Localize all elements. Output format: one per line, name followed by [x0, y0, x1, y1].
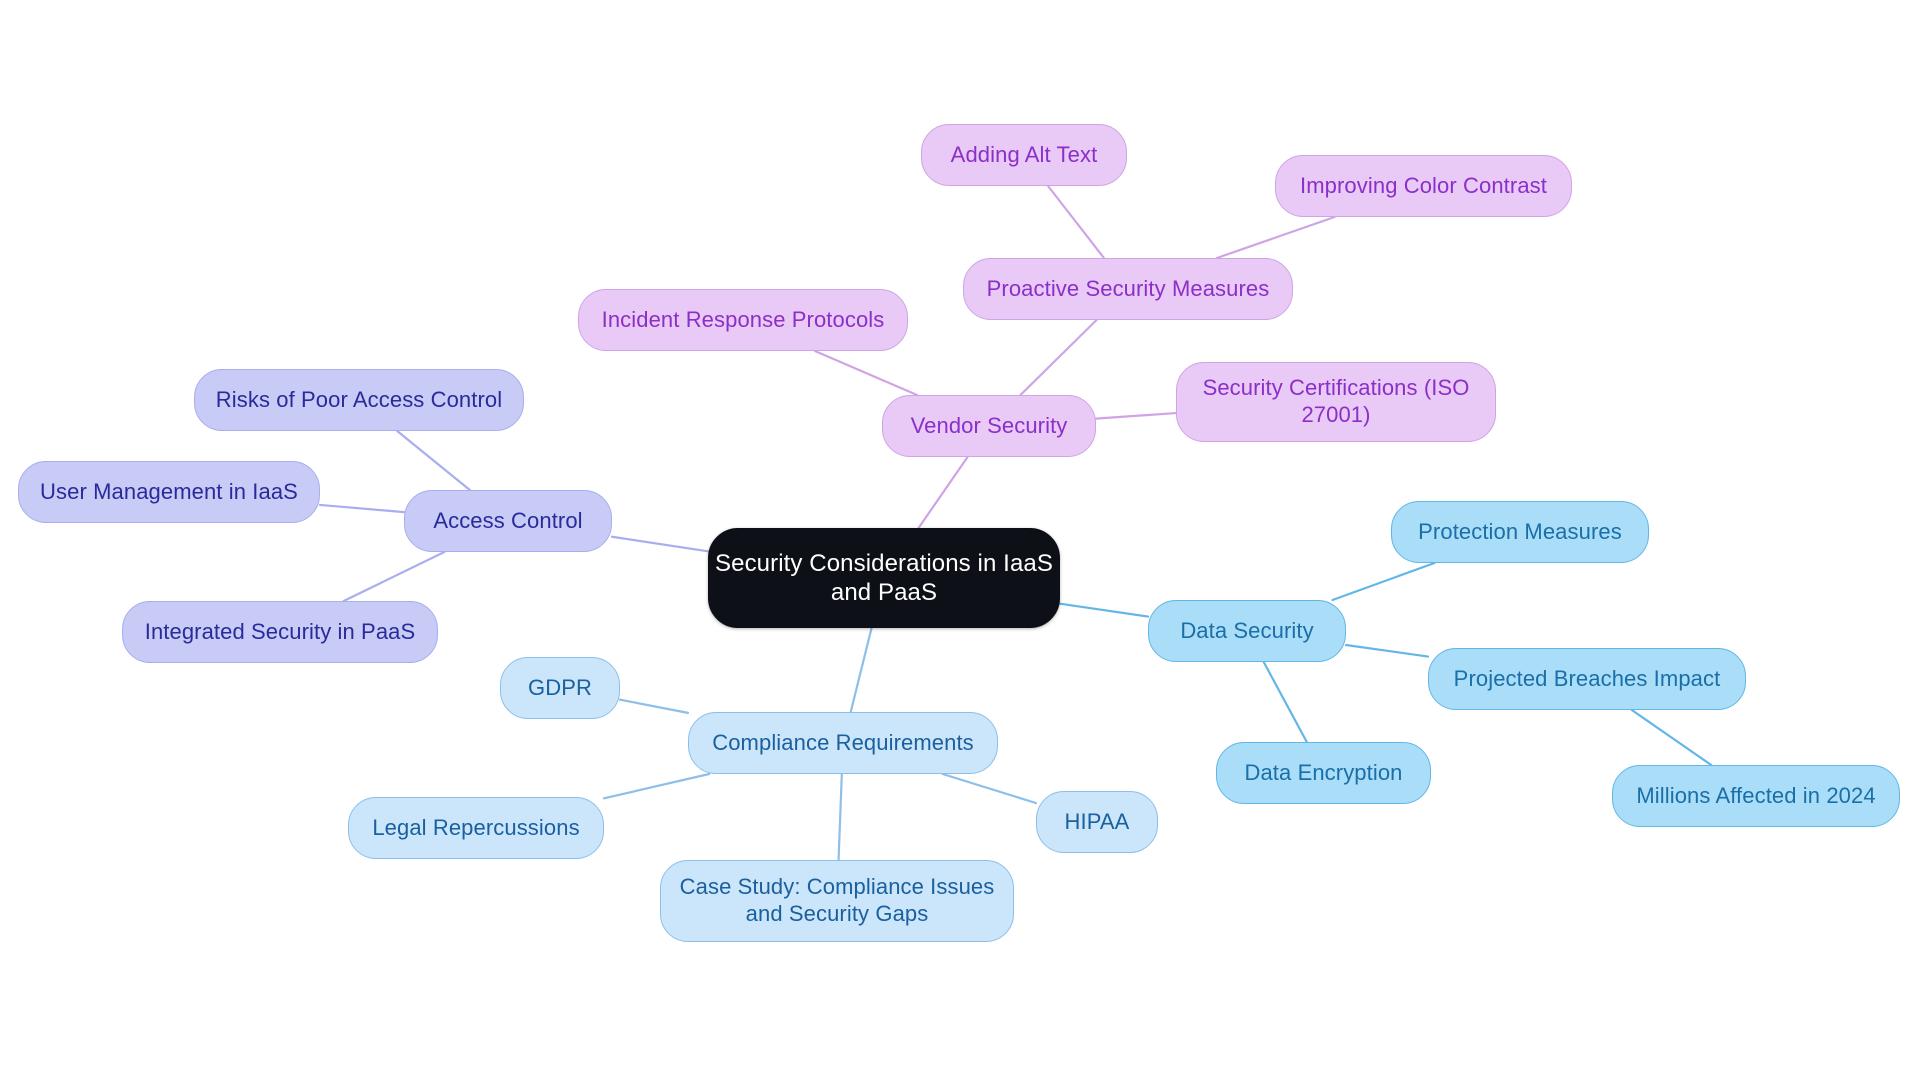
node-incident-response-protocols[interactable]: Incident Response Protocols	[578, 289, 908, 351]
node-legal-repercussions[interactable]: Legal Repercussions	[348, 797, 604, 859]
node-projected-breaches-impact[interactable]: Projected Breaches Impact	[1428, 648, 1746, 710]
node-protection-measures[interactable]: Protection Measures	[1391, 501, 1649, 563]
node-user-management-in-iaas[interactable]: User Management in IaaS	[18, 461, 320, 523]
edge-root-to-data-security	[1058, 602, 1150, 618]
edge-compliance-requirements-to-hipaa	[941, 772, 1038, 805]
mindmap-canvas: Security Considerations in IaaS and PaaS…	[0, 0, 1920, 1083]
node-risks-of-poor-access-control[interactable]: Risks of Poor Access Control	[194, 369, 524, 431]
node-case-study-compliance[interactable]: Case Study: Compliance Issues and Securi…	[660, 860, 1014, 942]
node-hipaa[interactable]: HIPAA	[1036, 791, 1158, 853]
edge-data-security-to-protection-measures	[1331, 561, 1436, 602]
node-improving-color-contrast[interactable]: Improving Color Contrast	[1275, 155, 1572, 217]
node-vendor-security[interactable]: Vendor Security	[882, 395, 1096, 457]
edge-data-security-to-data-encryption	[1262, 660, 1308, 744]
edge-root-to-vendor-security	[917, 455, 969, 530]
edge-access-control-to-integrated-security-in-paas	[342, 550, 446, 603]
edge-access-control-to-risks-of-poor-access-control	[396, 429, 471, 492]
node-proactive-security-measures[interactable]: Proactive Security Measures	[963, 258, 1293, 320]
edge-proactive-security-measures-to-improving-color-contrast	[1215, 215, 1336, 260]
node-gdpr[interactable]: GDPR	[500, 657, 620, 719]
edge-root-to-compliance-requirements	[849, 626, 873, 714]
node-compliance-requirements[interactable]: Compliance Requirements	[688, 712, 998, 774]
edge-vendor-security-to-proactive-security-measures	[1019, 318, 1098, 397]
edge-compliance-requirements-to-gdpr	[618, 698, 690, 714]
edge-compliance-requirements-to-case-study-compliance	[837, 772, 843, 862]
node-millions-affected-in-2024[interactable]: Millions Affected in 2024	[1612, 765, 1900, 827]
node-access-control[interactable]: Access Control	[404, 490, 612, 552]
edge-vendor-security-to-incident-response-protocols	[813, 349, 919, 397]
node-security-certifications[interactable]: Security Certifications (ISO 27001)	[1176, 362, 1496, 442]
edge-data-security-to-projected-breaches-impact	[1344, 643, 1430, 658]
edge-compliance-requirements-to-legal-repercussions	[602, 772, 711, 800]
node-adding-alt-text[interactable]: Adding Alt Text	[921, 124, 1127, 186]
node-data-security[interactable]: Data Security	[1148, 600, 1346, 662]
edge-proactive-security-measures-to-adding-alt-text	[1046, 184, 1106, 260]
node-integrated-security-in-paas[interactable]: Integrated Security in PaaS	[122, 601, 438, 663]
node-data-encryption[interactable]: Data Encryption	[1216, 742, 1431, 804]
root-node[interactable]: Security Considerations in IaaS and PaaS	[708, 528, 1060, 628]
edge-vendor-security-to-security-certifications	[1094, 411, 1178, 420]
edge-root-to-access-control	[610, 535, 710, 553]
edge-projected-breaches-impact-to-millions-affected-in-2024	[1630, 708, 1713, 767]
edge-access-control-to-user-management-in-iaas	[318, 503, 406, 514]
